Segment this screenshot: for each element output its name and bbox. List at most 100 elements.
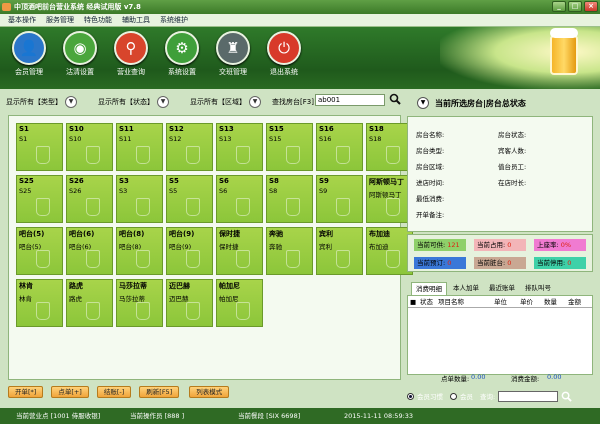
room-code: S11 [119,125,134,133]
room-tile[interactable]: S12 S12 [166,123,213,171]
main-nav: 👤 会员管理 ◉ 沽清设置 ⚲ 营业查询 ⚙ 系统设置 ♜ 交班管理 ⏻ 退出系统 [10,31,303,77]
room-tile[interactable]: S13 S13 [216,123,263,171]
cup-watermark-icon [36,250,50,268]
room-name: S18 [369,135,382,143]
room-tile[interactable]: 奔驰 奔驰 [266,227,313,275]
action-button[interactable]: 刷新[F5] [139,386,180,398]
info-label: 房台状态: [498,131,527,139]
menu-item[interactable]: 服务管理 [46,14,74,26]
status-store: 当前营业点 [1001 侍服收银] [16,412,101,420]
app-window: 中顶酒吧前台营业系统 经典试用版 v7.8 _ □ × 基本操作 服务管理 特色功能… [0,0,600,424]
stat-value: 0 [447,259,452,267]
room-tile[interactable]: S18 S18 [366,123,413,171]
room-tile[interactable]: 吧台(9) 吧台(9) [166,227,213,275]
cup-watermark-icon [236,250,250,268]
cup-watermark-icon [286,146,300,164]
status-filter[interactable]: 显示所有【状态】 ▼ [98,95,169,109]
close-button[interactable]: × [584,1,598,12]
room-tile[interactable]: 迈巴赫 迈巴赫 [166,279,213,327]
room-name: S26 [69,187,82,195]
cup-watermark-icon [86,146,100,164]
member-habit-radio[interactable] [407,392,414,400]
room-tile[interactable]: S3 S3 [116,175,163,223]
collapse-icon[interactable]: ▼ [417,97,429,109]
detail-tab[interactable]: 最近账单 [485,282,519,295]
nav-button-member[interactable]: 👤 会员管理 [10,31,48,77]
room-tile[interactable]: 阿斯顿马丁 阿斯顿马丁 [366,175,413,223]
room-tile[interactable]: S11 S11 [116,123,163,171]
room-tile[interactable]: S5 S5 [166,175,213,223]
room-code: S18 [369,125,384,133]
cup-watermark-icon [186,198,200,216]
room-tile[interactable]: 吧台(6) 吧台(6) [66,227,113,275]
status-shift: 当前餐段 [SIX 6698] [238,412,301,420]
menu-item[interactable]: 基本操作 [8,14,36,26]
nav-label: 沽清设置 [66,68,94,76]
stat-badge: 当前停用: 0 [534,257,586,269]
nav-button-dish[interactable]: ◉ 沽清设置 [61,31,99,77]
room-tile[interactable]: 布加迪 布加迪 [366,227,413,275]
action-button[interactable]: 列表模式 [189,386,230,398]
room-code: 宾利 [319,230,333,238]
chevron-down-icon[interactable]: ▼ [249,96,261,108]
detail-tab[interactable]: 本人加单 [449,282,483,295]
nav-button-team[interactable]: ♜ 交班管理 [214,31,252,77]
menu-item[interactable]: 系统维护 [160,14,188,26]
status-operator: 当前操作员 [888 ] [130,412,185,420]
stat-label: 当前占用: [477,241,506,249]
room-tile[interactable]: 路虎 路虎 [66,279,113,327]
chevron-down-icon[interactable]: ▼ [157,96,169,108]
search-icon[interactable] [389,93,401,105]
room-tile[interactable]: 林肯 林肯 [16,279,63,327]
room-search-input[interactable]: ab001 [315,94,385,106]
room-name: S1 [19,135,28,143]
room-tile[interactable]: S9 S9 [316,175,363,223]
room-tile[interactable]: S16 S16 [316,123,363,171]
menu-item[interactable]: 特色功能 [84,14,112,26]
nav-button-gear[interactable]: ⚙ 系统设置 [163,31,201,77]
room-tile[interactable]: S6 S6 [216,175,263,223]
cup-watermark-icon [136,250,150,268]
room-tile[interactable]: 吧台(8) 吧台(8) [116,227,163,275]
nav-button-power[interactable]: ⏻ 退出系统 [265,31,303,77]
room-grid: S1 S1 S10 S10 S11 S11 S12 S12 S13 S13 S15 S15 S16 S16… [8,115,413,380]
room-tile[interactable]: 保时捷 保时捷 [216,227,263,275]
room-tile[interactable]: S26 S26 [66,175,113,223]
query-input[interactable] [498,390,559,402]
room-name: S5 [169,187,178,195]
minimize-button[interactable]: _ [552,1,566,12]
room-tile[interactable]: S1 S1 [16,123,63,171]
room-code: 吧台(8) [119,230,145,238]
status-filter-label: 显示所有【状态】 [98,98,154,106]
member-radio[interactable] [450,392,457,400]
action-button[interactable]: 开单[*] [8,386,44,398]
room-name: S12 [169,135,182,143]
menu-item[interactable]: 辅助工具 [122,14,150,26]
row-number-column: ■ [410,298,417,306]
type-filter[interactable]: 显示所有【类型】 ▼ [6,95,77,109]
detail-tab[interactable]: 消费明细 [411,282,447,295]
action-button[interactable]: 结账[-] [96,386,132,398]
consumption-grid[interactable]: ■ 状态 项目名称 单位 单价 数量 金额 [407,295,593,375]
cup-watermark-icon [336,250,350,268]
search-icon[interactable] [561,391,572,402]
room-tile[interactable]: 帕加尼 帕加尼 [216,279,263,327]
detail-tab[interactable]: 排队叫号 [521,282,555,295]
nav-button-magnifier[interactable]: ⚲ 营业查询 [112,31,150,77]
column-header: 金额 [568,298,581,306]
cup-watermark-icon [336,146,350,164]
room-tile[interactable]: 吧台(5) 吧台(5) [16,227,63,275]
area-filter[interactable]: 显示所有【区域】 ▼ [190,95,261,109]
room-tile[interactable]: S10 S10 [66,123,113,171]
room-tile[interactable]: 宾利 宾利 [316,227,363,275]
room-code: S9 [319,177,329,185]
room-code: S6 [219,177,229,185]
chevron-down-icon[interactable]: ▼ [65,96,77,108]
action-button[interactable]: 点单[+] [51,386,89,398]
room-tile[interactable]: 马莎拉蒂 马莎拉蒂 [116,279,163,327]
room-tile[interactable]: S25 S25 [16,175,63,223]
grid-header: ■ 状态 项目名称 单位 单价 数量 金额 [408,296,592,308]
room-tile[interactable]: S15 S15 [266,123,313,171]
room-tile[interactable]: S8 S8 [266,175,313,223]
maximize-button[interactable]: □ [568,1,582,12]
